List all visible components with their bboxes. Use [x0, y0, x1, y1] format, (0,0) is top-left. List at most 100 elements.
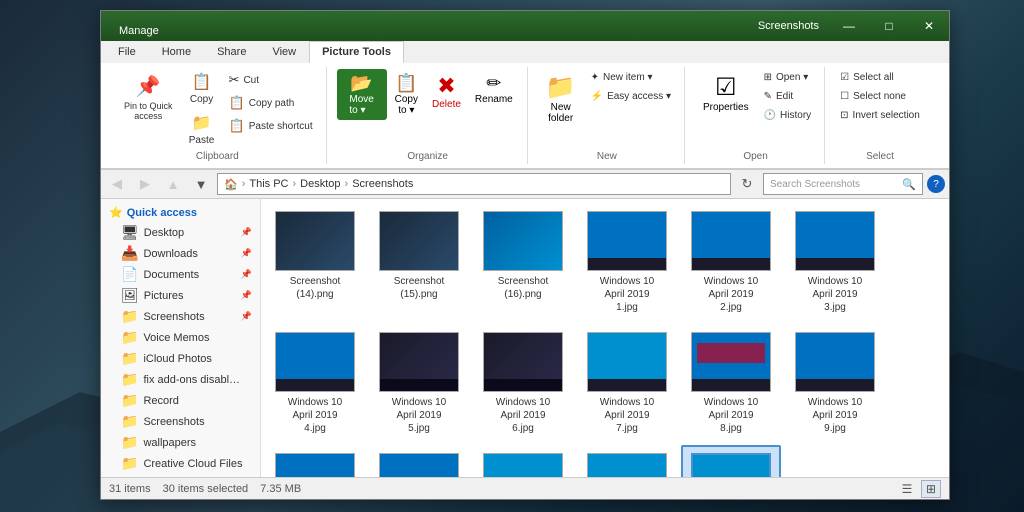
sidebar-item-fix[interactable]: 📁 fix add-ons disabled ir [101, 369, 260, 390]
sidebar-item-pictures[interactable]: 🖼 Pictures 📌 [101, 285, 260, 306]
file-item-12[interactable]: Windows 10April 201910.jpg [265, 445, 365, 477]
file-name-5: Windows 10April 20193.jpg [808, 275, 862, 314]
edit-button[interactable]: ✎ Edit [759, 88, 817, 105]
pin-icon: 📌 [136, 74, 161, 99]
screenshots-label: Screenshots [143, 311, 204, 323]
grid-view-button[interactable]: ⊞ [921, 480, 941, 498]
open-icon: ⊞ [764, 72, 772, 83]
file-item-1[interactable]: Screenshot(15).png [369, 203, 469, 320]
history-button[interactable]: 🕐 History [759, 107, 817, 124]
back-button[interactable]: ◀ [105, 173, 129, 195]
sidebar-item-screenshots2[interactable]: 📁 Screenshots [101, 411, 260, 432]
copy-label: Copy [190, 94, 213, 105]
tab-file[interactable]: File [105, 41, 149, 63]
recent-button[interactable]: ▼ [189, 173, 213, 195]
view-buttons: ☰ ⊞ [897, 480, 941, 498]
rename-button[interactable]: ✏ Rename [469, 69, 519, 109]
items-count: 31 items [109, 483, 151, 495]
sidebar-item-wallpapers[interactable]: 📁 wallpapers [101, 432, 260, 453]
sidebar-item-screenshots[interactable]: 📁 Screenshots 📌 [101, 306, 260, 327]
sidebar-item-creative-cloud[interactable]: 📁 Creative Cloud Files [101, 453, 260, 474]
explorer-window: Manage Screenshots — □ ✕ File Home Share… [100, 10, 950, 500]
file-item-15[interactable]: Windows 10April 201913.jpg [577, 445, 677, 477]
tab-share[interactable]: Share [204, 41, 259, 63]
copy-to-button[interactable]: 📋 Copyto ▾ [389, 69, 424, 120]
address-path[interactable]: 🏠 › This PC › Desktop › Screenshots [217, 173, 731, 195]
help-button[interactable]: ? [927, 175, 945, 193]
delete-button[interactable]: ✖ Delete [426, 69, 467, 114]
select-none-button[interactable]: ☐ Select none [835, 88, 925, 105]
tab-picture-tools[interactable]: Picture Tools [309, 41, 404, 63]
move-to-button[interactable]: 📂 Moveto ▾ [337, 69, 387, 120]
invert-label: Invert selection [853, 110, 920, 121]
cut-button[interactable]: ✂ Cut [224, 69, 318, 91]
path-desktop[interactable]: Desktop [300, 178, 340, 190]
copy-to-icon: 📋 [395, 73, 417, 94]
file-item-4[interactable]: Windows 10April 20192.jpg [681, 203, 781, 320]
file-item-5[interactable]: Windows 10April 20193.jpg [785, 203, 885, 320]
properties-button[interactable]: ☑ Properties [695, 69, 757, 117]
invert-icon: ⊡ [840, 110, 848, 121]
pin-icon: 📌 [241, 227, 252, 238]
sidebar-item-documents[interactable]: 📄 Documents 📌 [101, 264, 260, 285]
record-icon: 📁 [121, 392, 138, 409]
up-button[interactable]: ▲ [161, 173, 185, 195]
list-view-button[interactable]: ☰ [897, 480, 917, 498]
screenshots-icon: 📁 [121, 308, 138, 325]
file-item-7[interactable]: Windows 10April 20195.jpg [369, 324, 469, 441]
copy-button[interactable]: 📋 Copy [182, 69, 222, 108]
open-button[interactable]: ⊞ Open ▾ [759, 69, 817, 86]
quick-access-header[interactable]: ⭐ Quick access [101, 203, 260, 222]
file-item-16[interactable]: Windows 10April 201914.jpg [681, 445, 781, 477]
file-item-10[interactable]: Windows 10April 20198.jpg [681, 324, 781, 441]
forward-button[interactable]: ▶ [133, 173, 157, 195]
tab-view[interactable]: View [259, 41, 309, 63]
sidebar-item-record[interactable]: 📁 Record [101, 390, 260, 411]
fix-label: fix add-ons disabled ir [143, 374, 243, 386]
file-item-11[interactable]: Windows 10April 20199.jpg [785, 324, 885, 441]
icloud-icon: 📁 [121, 350, 138, 367]
file-item-3[interactable]: Windows 10April 20191.jpg [577, 203, 677, 320]
close-button[interactable]: ✕ [909, 11, 949, 41]
file-item-9[interactable]: Windows 10April 20197.jpg [577, 324, 677, 441]
copy-path-icon: 📋 [229, 95, 245, 111]
file-thumbnail-14 [483, 453, 563, 477]
file-item-0[interactable]: Screenshot(14).png [265, 203, 365, 320]
sidebar-item-voice-memos[interactable]: 📁 Voice Memos [101, 327, 260, 348]
copy-path-button[interactable]: 📋 Copy path [224, 92, 318, 114]
sidebar-item-downloads[interactable]: 📥 Downloads 📌 [101, 243, 260, 264]
new-folder-button[interactable]: 📁 Newfolder [538, 69, 584, 128]
file-item-8[interactable]: Windows 10April 20196.jpg [473, 324, 573, 441]
file-item-14[interactable]: Windows 10April 201912.jpg [473, 445, 573, 477]
downloads-label: Downloads [143, 248, 197, 260]
move-to-icon: 📂 [350, 73, 372, 94]
refresh-button[interactable]: ↻ [735, 173, 759, 195]
file-item-6[interactable]: Windows 10April 20194.jpg [265, 324, 365, 441]
invert-selection-button[interactable]: ⊡ Invert selection [835, 107, 925, 124]
tab-home[interactable]: Home [149, 41, 204, 63]
select-none-icon: ☐ [840, 91, 849, 102]
new-item-button[interactable]: ✦ New item ▾ [586, 69, 676, 86]
file-item-2[interactable]: Screenshot(16).png [473, 203, 573, 320]
minimize-button[interactable]: — [829, 11, 869, 41]
easy-access-button[interactable]: ⚡ Easy access ▾ [586, 88, 676, 105]
pin-to-quick-button[interactable]: 📌 Pin to Quickaccess [117, 69, 180, 126]
select-all-button[interactable]: ☑ Select all [835, 69, 925, 86]
sidebar-item-desktop[interactable]: 🖥 Desktop 📌 [101, 222, 260, 243]
ribbon-select-group: ☑ Select all ☐ Select none ⊡ Invert sele… [827, 67, 933, 164]
file-item-13[interactable]: Windows 10April 201911.jpg [369, 445, 469, 477]
title-bar: Manage Screenshots — □ ✕ [101, 11, 949, 41]
search-box[interactable]: Search Screenshots 🔍 [763, 173, 923, 195]
maximize-button[interactable]: □ [869, 11, 909, 41]
sidebar-item-icloud[interactable]: 📁 iCloud Photos [101, 348, 260, 369]
paste-button[interactable]: 📁 Paste [182, 110, 222, 149]
file-name-9: Windows 10April 20197.jpg [600, 396, 654, 435]
paste-shortcut-button[interactable]: 📋 Paste shortcut [224, 115, 318, 137]
window-controls: — □ ✕ [829, 11, 949, 41]
creative-cloud-label: Creative Cloud Files [143, 458, 242, 470]
history-label: History [780, 110, 811, 121]
path-screenshots[interactable]: Screenshots [352, 178, 413, 190]
manage-tab[interactable]: Manage [105, 21, 173, 41]
file-area[interactable]: Screenshot(14).png Screenshot(15).png [261, 199, 949, 477]
path-this-pc[interactable]: This PC [249, 178, 288, 190]
